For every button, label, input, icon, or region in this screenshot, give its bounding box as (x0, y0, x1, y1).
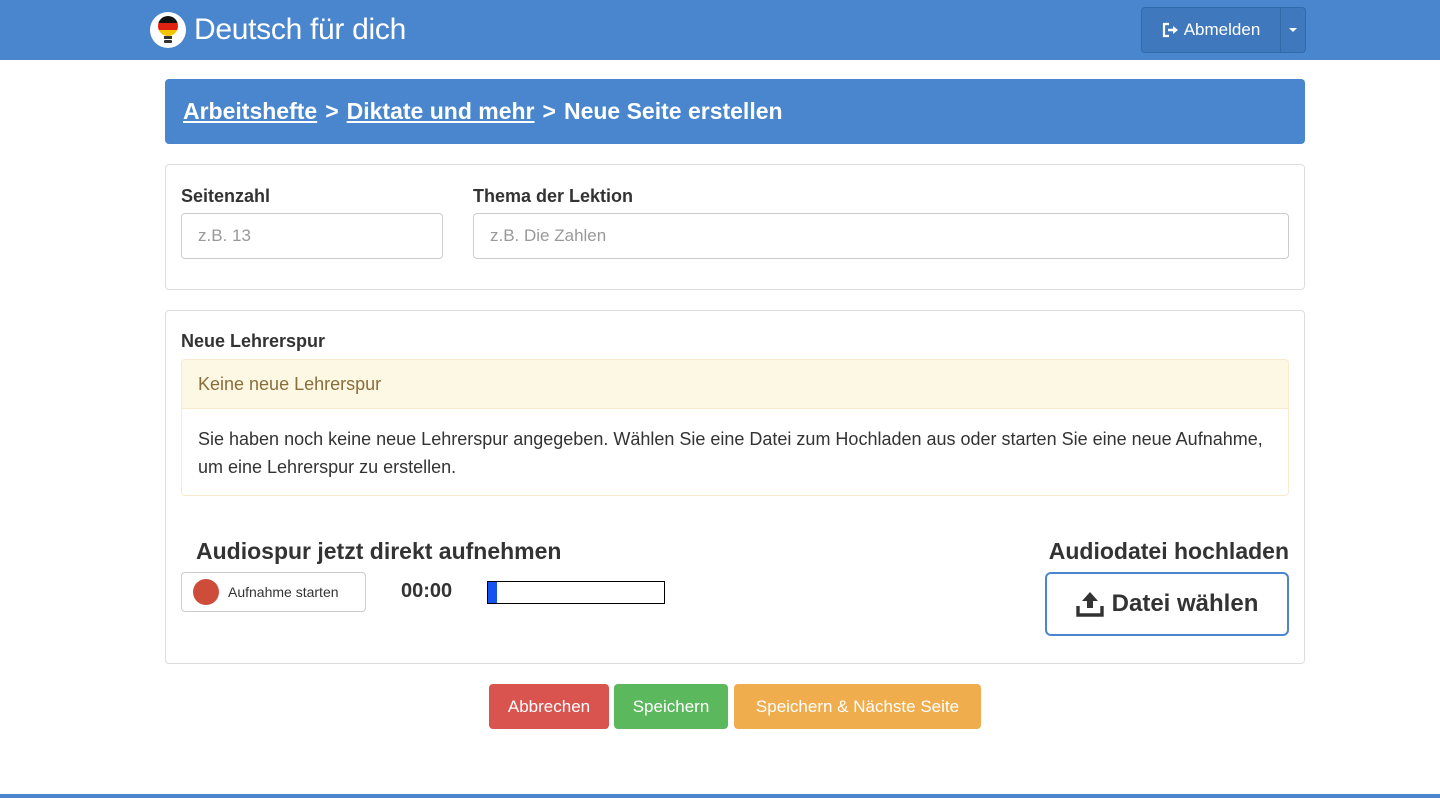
start-recording-button[interactable]: Aufnahme starten (181, 572, 366, 612)
choose-file-label: Datei wählen (1111, 590, 1259, 617)
bottom-accent-line (0, 794, 1440, 798)
breadcrumb-link-arbeitshefte[interactable]: Arbeitshefte (183, 98, 317, 125)
recording-timer: 00:00 (401, 580, 453, 602)
sign-out-icon (1162, 22, 1178, 38)
page-number-input[interactable] (181, 213, 443, 259)
save-next-page-button[interactable]: Speichern & Nächste Seite (734, 684, 981, 729)
caret-down-icon (1289, 28, 1297, 32)
recording-level-fill (488, 582, 497, 603)
upload-icon (1075, 592, 1104, 617)
record-section-title: Audiospur jetzt direkt aufnehmen (196, 538, 562, 564)
topic-input[interactable] (473, 213, 1289, 259)
topic-label: Thema der Lektion (473, 186, 634, 206)
logout-label: Abmelden (1183, 20, 1261, 39)
logout-button-group: Abmelden (1141, 7, 1306, 53)
teacher-track-panel: Neue Lehrerspur Keine neue Lehrerspur Si… (165, 310, 1305, 664)
save-button[interactable]: Speichern (614, 684, 728, 729)
alert-title: Keine neue Lehrerspur (182, 360, 1288, 409)
no-track-alert: Keine neue Lehrerspur Sie haben noch kei… (181, 359, 1289, 496)
brand-title: Deutsch für dich (194, 13, 406, 46)
upload-section-title: Audiodatei hochladen (1048, 538, 1289, 564)
page-info-panel: Seitenzahl Thema der Lektion (165, 164, 1305, 290)
breadcrumb-current: Neue Seite erstellen (563, 98, 783, 124)
logout-button[interactable]: Abmelden (1142, 8, 1281, 52)
record-dot-icon (193, 579, 219, 605)
choose-file-button[interactable]: Datei wählen (1045, 572, 1289, 636)
germany-bulb-logo-icon (150, 12, 186, 48)
breadcrumb-separator: > (325, 98, 339, 124)
breadcrumb-separator: > (542, 98, 556, 124)
breadcrumb: Arbeitshefte > Diktate und mehr > Neue S… (165, 79, 1305, 144)
page-number-label: Seitenzahl (181, 186, 271, 206)
alert-text: Sie haben noch keine neue Lehrerspur ang… (198, 429, 1263, 477)
logout-dropdown-toggle[interactable] (1281, 8, 1305, 52)
cancel-button[interactable]: Abbrechen (489, 684, 609, 729)
recording-level-bar (487, 581, 665, 604)
brand[interactable]: Deutsch für dich (150, 12, 406, 48)
top-navbar: Deutsch für dich Abmelden (0, 0, 1440, 60)
teacher-track-title: Neue Lehrerspur (181, 331, 326, 351)
breadcrumb-link-diktate[interactable]: Diktate und mehr (347, 98, 535, 125)
start-recording-label: Aufnahme starten (228, 584, 339, 600)
